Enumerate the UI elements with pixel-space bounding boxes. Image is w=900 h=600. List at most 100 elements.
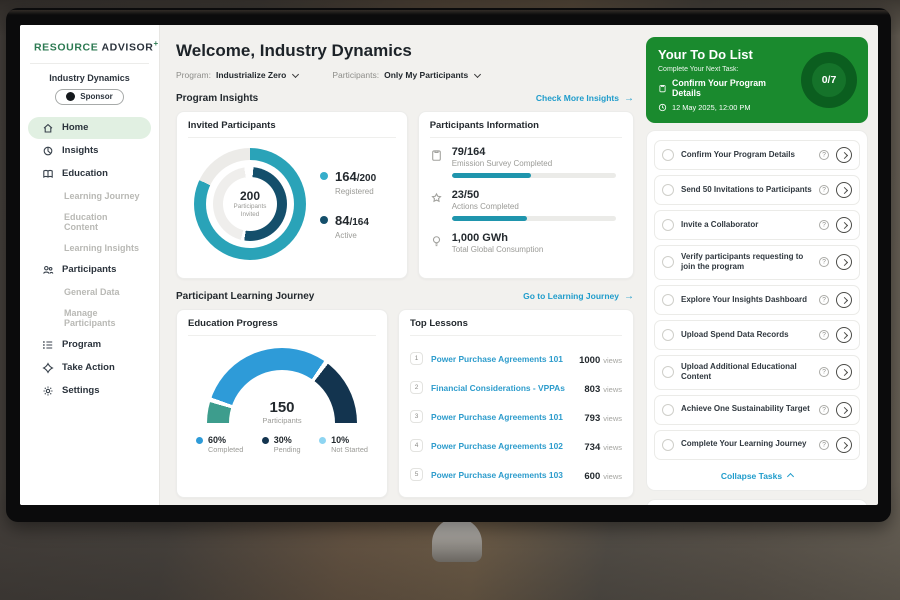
chevron-right-icon[interactable] — [836, 327, 852, 343]
lesson-link[interactable]: Power Purchase Agreements 101 — [431, 412, 576, 422]
metric-total-consumption: 1,000 GWh Total Global Consumption — [430, 232, 622, 259]
task-row[interactable]: Upload Spend Data Records — [654, 320, 860, 350]
learning-journey-header: Participant Learning Journey Go to Learn… — [176, 291, 634, 302]
gauge-center-value: 150 — [207, 399, 357, 416]
lesson-rank: 4 — [410, 439, 423, 452]
sidebar-item-learning-insights[interactable]: Learning Insights — [28, 238, 151, 258]
sidebar-item-take-action[interactable]: Take Action — [28, 357, 151, 379]
task-label: Invite a Collaborator — [681, 220, 812, 230]
legend-item-registered: 164/200 Registered — [320, 168, 376, 196]
lesson-link[interactable]: Financial Considerations - VPPAs — [431, 383, 576, 393]
task-checkbox[interactable] — [662, 149, 674, 161]
program-filter[interactable]: Program: Industrialize Zero — [176, 70, 298, 80]
help-icon[interactable] — [819, 220, 829, 230]
registered-total: /200 — [357, 173, 376, 184]
insights-icon — [42, 145, 54, 157]
task-row[interactable]: Achieve One Sustainability Target — [654, 395, 860, 425]
sidebar-item-insights[interactable]: Insights — [28, 140, 151, 162]
participants-filter[interactable]: Participants: Only My Participants — [332, 70, 480, 80]
insights-cards-row: Invited Participants 200 Participants In… — [176, 111, 634, 279]
help-icon[interactable] — [819, 150, 829, 160]
legend-dot — [319, 437, 326, 444]
sidebar-item-manage-participants[interactable]: Manage Participants — [28, 303, 151, 333]
metric-value: 23/50 — [452, 189, 616, 201]
sponsor-label: Sponsor — [80, 92, 112, 101]
sidebar-item-settings[interactable]: Settings — [28, 380, 151, 402]
task-row[interactable]: Confirm Your Program Details — [654, 140, 860, 170]
education-progress-card: Education Progress 150 Participants — [176, 309, 388, 498]
task-row[interactable]: Verify participants requesting to join t… — [654, 245, 860, 280]
home-icon — [42, 122, 54, 134]
task-checkbox[interactable] — [662, 219, 674, 231]
chevron-right-icon[interactable] — [836, 182, 852, 198]
help-icon[interactable] — [819, 257, 829, 267]
go-to-learning-journey-link[interactable]: Go to Learning Journey — [523, 291, 634, 302]
chevron-right-icon[interactable] — [836, 217, 852, 233]
help-icon[interactable] — [819, 185, 829, 195]
help-icon[interactable] — [819, 295, 829, 305]
todo-next-task: Confirm Your Program Details — [658, 78, 788, 98]
chevron-right-icon[interactable] — [836, 402, 852, 418]
page-title: Welcome, Industry Dynamics — [176, 41, 634, 61]
lesson-views: 803 — [584, 384, 600, 395]
sidebar-item-general-data[interactable]: General Data — [28, 282, 151, 302]
sidebar-item-education-content[interactable]: Education Content — [28, 207, 151, 237]
invited-donut-wrap: 200 Participants Invited 164/200 — [188, 146, 396, 262]
lesson-views-label: views — [603, 385, 622, 394]
sidebar-item-education[interactable]: Education — [28, 163, 151, 185]
task-checkbox[interactable] — [662, 439, 674, 451]
help-icon[interactable] — [819, 367, 829, 377]
collapse-tasks-link[interactable]: Collapse Tasks — [654, 465, 860, 488]
lesson-views: 734 — [584, 442, 600, 453]
chevron-right-icon[interactable] — [836, 437, 852, 453]
sidebar-item-home[interactable]: Home — [28, 117, 151, 139]
sidebar: RESOURCE ADVISOR+ Industry Dynamics Spon… — [20, 25, 160, 505]
collapse-label: Collapse Tasks — [721, 471, 782, 481]
lesson-row: 2 Financial Considerations - VPPAs 803vi… — [410, 373, 622, 402]
sidebar-item-learning-journey[interactable]: Learning Journey — [28, 186, 151, 206]
legend-dot — [320, 216, 328, 224]
task-checkbox[interactable] — [662, 294, 674, 306]
task-checkbox[interactable] — [662, 404, 674, 416]
task-row[interactable]: Send 50 Invitations to Participants — [654, 175, 860, 205]
task-checkbox[interactable] — [662, 366, 674, 378]
lesson-link[interactable]: Power Purchase Agreements 102 — [431, 441, 576, 451]
lesson-row: 3 Power Purchase Agreements 101 793views — [410, 402, 622, 431]
task-checkbox[interactable] — [662, 256, 674, 268]
education-icon — [42, 168, 54, 180]
chevron-right-icon[interactable] — [836, 292, 852, 308]
program-list-icon — [42, 339, 54, 351]
help-icon[interactable] — [819, 330, 829, 340]
chevron-right-icon[interactable] — [836, 147, 852, 163]
card-title: Invited Participants — [188, 120, 396, 138]
lesson-views-label: views — [603, 443, 622, 452]
help-icon[interactable] — [819, 440, 829, 450]
lesson-rank: 1 — [410, 352, 423, 365]
help-icon[interactable] — [819, 405, 829, 415]
lesson-views-label: views — [603, 472, 622, 481]
task-row[interactable]: Invite a Collaborator — [654, 210, 860, 240]
invited-donut-center: 200 Participants Invited — [223, 177, 277, 231]
lesson-link[interactable]: Power Purchase Agreements 103 — [431, 470, 576, 480]
sidebar-item-label: Home — [62, 122, 88, 133]
chevron-right-icon[interactable] — [836, 254, 852, 270]
lesson-link[interactable]: Power Purchase Agreements 101 — [431, 354, 571, 364]
sidebar-item-label: Take Action — [62, 362, 115, 373]
sidebar-item-participants[interactable]: Participants — [28, 259, 151, 281]
sidebar-item-label: Learning Insights — [64, 243, 139, 253]
task-checkbox[interactable] — [662, 184, 674, 196]
invited-donut-chart: 200 Participants Invited — [194, 148, 306, 260]
lesson-views: 793 — [584, 413, 600, 424]
task-row[interactable]: Explore Your Insights Dashboard — [654, 285, 860, 315]
task-row[interactable]: Complete Your Learning Journey — [654, 430, 860, 460]
task-checkbox[interactable] — [662, 329, 674, 341]
task-row[interactable]: Upload Additional Educational Content — [654, 355, 860, 390]
metric-value: 79/164 — [452, 146, 616, 158]
sidebar-item-program[interactable]: Program — [28, 334, 151, 356]
sidebar-item-label: Education — [62, 168, 108, 179]
check-more-insights-link[interactable]: Check More Insights — [536, 93, 634, 104]
metric-bar-fill — [452, 173, 531, 178]
todo-summary-card: Your To Do List Complete Your Next Task:… — [646, 37, 868, 123]
chevron-right-icon[interactable] — [836, 364, 852, 380]
sponsor-badge[interactable]: Sponsor — [55, 89, 123, 105]
